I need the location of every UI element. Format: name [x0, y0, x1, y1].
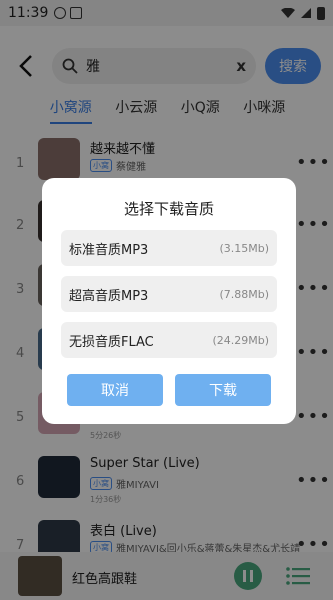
download-quality-dialog: 选择下载音质 标准音质MP3 (3.15Mb) 超高音质MP3 (7.88Mb)…	[42, 178, 296, 424]
quality-option-lossless[interactable]: 无损音质FLAC (24.29Mb)	[61, 322, 277, 358]
download-button[interactable]: 下载	[175, 374, 271, 406]
cancel-button[interactable]: 取消	[67, 374, 163, 406]
option-label: 无损音质FLAC	[69, 334, 154, 350]
option-label: 标准音质MP3	[69, 242, 149, 258]
quality-option-standard[interactable]: 标准音质MP3 (3.15Mb)	[61, 230, 277, 266]
quality-option-high[interactable]: 超高音质MP3 (7.88Mb)	[61, 276, 277, 312]
option-size: (24.29Mb)	[212, 333, 269, 347]
option-size: (3.15Mb)	[219, 241, 269, 255]
dialog-title: 选择下载音质	[123, 200, 214, 218]
option-size: (7.88Mb)	[219, 287, 269, 301]
option-label: 超高音质MP3	[69, 288, 149, 304]
